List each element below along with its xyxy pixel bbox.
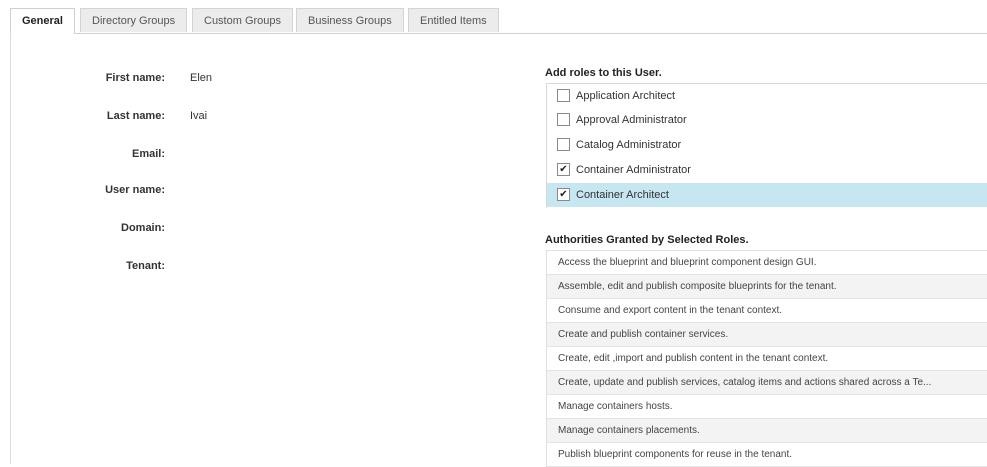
authority-row: Publish blueprint components for reuse i… bbox=[547, 443, 987, 467]
roles-title: Add roles to this User. bbox=[545, 67, 662, 79]
role-label: Container Administrator bbox=[576, 164, 691, 176]
tenant-label: Tenant: bbox=[126, 260, 165, 272]
tab-general[interactable]: General bbox=[10, 8, 75, 34]
role-checkbox[interactable] bbox=[557, 137, 570, 151]
tab-directory-groups[interactable]: Directory Groups bbox=[80, 8, 188, 32]
username-label: User name: bbox=[105, 184, 165, 196]
email-label: Email: bbox=[131, 148, 165, 160]
last-name-label: Last name: bbox=[106, 110, 165, 122]
domain-label: Domain: bbox=[121, 222, 165, 234]
role-container-architect[interactable]: ✔ Container Architect bbox=[547, 183, 987, 207]
authorities-title: Authorities Granted by Selected Roles. bbox=[545, 234, 749, 246]
tab-bar: General Directory Groups Custom Groups B… bbox=[10, 8, 987, 34]
authority-row: Create, update and publish services, cat… bbox=[547, 371, 987, 395]
role-checkbox[interactable] bbox=[557, 112, 570, 126]
role-label: Approval Administrator bbox=[576, 114, 687, 126]
last-name-value: Ivai bbox=[190, 110, 208, 122]
first-name-value: Elen bbox=[190, 72, 213, 84]
role-container-administrator[interactable]: ✔ Container Administrator bbox=[547, 158, 987, 182]
content-border bbox=[10, 33, 11, 464]
role-label: Container Architect bbox=[576, 189, 669, 201]
role-approval-administrator[interactable]: Approval Administrator bbox=[547, 108, 987, 132]
authority-row: Manage containers hosts. bbox=[547, 395, 987, 419]
role-application-architect[interactable]: Application Architect bbox=[547, 84, 987, 108]
authority-row: Create, edit ,import and publish content… bbox=[547, 347, 987, 371]
authority-row: Create and publish container services. bbox=[547, 323, 987, 347]
authority-row: Manage containers placements. bbox=[547, 419, 987, 443]
role-label: Catalog Administrator bbox=[576, 139, 682, 151]
role-label: Application Architect bbox=[576, 90, 676, 102]
tab-entitled-items[interactable]: Entitled Items bbox=[408, 8, 499, 32]
authorities-list: Access the blueprint and blueprint compo… bbox=[546, 250, 987, 467]
authority-row: Assemble, edit and publish composite blu… bbox=[547, 275, 987, 299]
authority-row: Consume and export content in the tenant… bbox=[547, 299, 987, 323]
tab-business-groups[interactable]: Business Groups bbox=[296, 8, 404, 32]
role-checkbox[interactable] bbox=[557, 88, 570, 102]
role-catalog-administrator[interactable]: Catalog Administrator bbox=[547, 133, 987, 157]
tab-custom-groups[interactable]: Custom Groups bbox=[192, 8, 294, 32]
role-checkbox[interactable]: ✔ bbox=[557, 187, 570, 201]
first-name-label: First name: bbox=[105, 72, 165, 84]
authority-row: Access the blueprint and blueprint compo… bbox=[547, 251, 987, 275]
roles-list: Application Architect Approval Administr… bbox=[546, 83, 987, 208]
role-checkbox[interactable]: ✔ bbox=[557, 162, 570, 176]
